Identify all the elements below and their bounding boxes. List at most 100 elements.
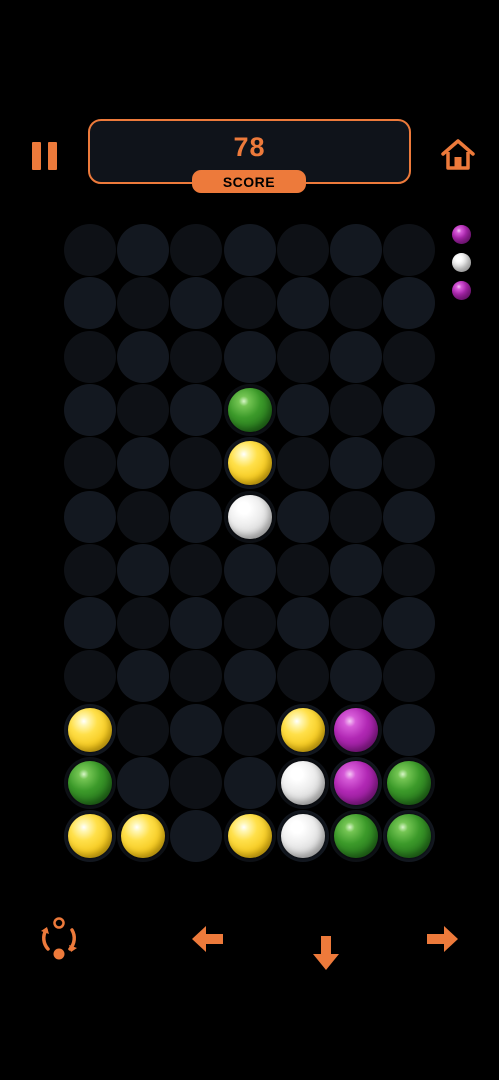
next-purple-ball [452, 281, 471, 300]
white-ball [281, 814, 325, 858]
board-cell [170, 544, 222, 596]
board-cell [330, 224, 382, 276]
board-cell [170, 650, 222, 702]
board-cell [330, 757, 382, 809]
board-cell [330, 650, 382, 702]
board-cell [117, 544, 169, 596]
board-cell [383, 331, 435, 383]
green-ball [228, 388, 272, 432]
yellow-ball [68, 708, 112, 752]
board-cell [383, 277, 435, 329]
yellow-ball [228, 441, 272, 485]
board-cell [224, 544, 276, 596]
board-cell [64, 331, 116, 383]
board-cell [277, 810, 329, 862]
board-cell [383, 384, 435, 436]
board-cell [330, 810, 382, 862]
move-down-button[interactable] [310, 934, 342, 972]
board-cell [64, 437, 116, 489]
board-cell [277, 544, 329, 596]
board-cell [64, 384, 116, 436]
green-ball [68, 761, 112, 805]
board-cell [170, 491, 222, 543]
board-cell [170, 704, 222, 756]
board-cell [224, 597, 276, 649]
yellow-ball [68, 814, 112, 858]
board-cell [277, 757, 329, 809]
green-ball [387, 761, 431, 805]
board-cell [330, 544, 382, 596]
board-cell [224, 384, 276, 436]
board-cell [170, 810, 222, 862]
board-cell [117, 491, 169, 543]
game-board[interactable] [64, 224, 436, 864]
board-cell [64, 491, 116, 543]
board-cell [383, 544, 435, 596]
board-cell [224, 757, 276, 809]
board-cell [170, 224, 222, 276]
board-cell [224, 704, 276, 756]
board-cell [64, 597, 116, 649]
move-left-button[interactable] [190, 924, 226, 954]
board-cell [170, 277, 222, 329]
board-cell [277, 277, 329, 329]
score-label: SCORE [192, 170, 306, 193]
score-value: 78 [233, 132, 266, 162]
board-cell [277, 597, 329, 649]
board-cell [224, 331, 276, 383]
board-cell [117, 597, 169, 649]
rotate-button[interactable] [36, 916, 82, 962]
board-cell [170, 597, 222, 649]
board-cell [117, 384, 169, 436]
purple-ball [334, 761, 378, 805]
board-cell [383, 491, 435, 543]
board-cell [277, 491, 329, 543]
board-cell [117, 704, 169, 756]
green-ball [387, 814, 431, 858]
board-cell [277, 331, 329, 383]
board-cell [383, 650, 435, 702]
board-cell [117, 224, 169, 276]
home-icon [441, 139, 475, 170]
board-cell [170, 384, 222, 436]
board-cell [224, 224, 276, 276]
board-cell [224, 810, 276, 862]
board-cell [383, 224, 435, 276]
board-cell [117, 810, 169, 862]
board-cell [64, 544, 116, 596]
board-cell [330, 597, 382, 649]
move-right-button[interactable] [424, 924, 460, 954]
arrow-down-icon [313, 936, 339, 970]
board-cell [277, 650, 329, 702]
board-cell [117, 437, 169, 489]
board-cell [330, 384, 382, 436]
board-cell [383, 597, 435, 649]
board-cell [277, 437, 329, 489]
home-button[interactable] [440, 138, 476, 172]
board-cell [383, 437, 435, 489]
pause-icon [32, 142, 41, 170]
green-ball [334, 814, 378, 858]
board-cell [117, 331, 169, 383]
board-cell [330, 277, 382, 329]
board-cell [64, 650, 116, 702]
board-cell [224, 277, 276, 329]
board-cell [277, 704, 329, 756]
board-cell [64, 810, 116, 862]
arrow-left-icon [192, 926, 223, 952]
yellow-ball [121, 814, 165, 858]
pause-button[interactable] [32, 142, 58, 170]
white-ball [281, 761, 325, 805]
board-cell [224, 437, 276, 489]
board-cell [64, 704, 116, 756]
rotate-icon [41, 917, 77, 960]
board-cell [224, 491, 276, 543]
purple-ball [334, 708, 378, 752]
board-cell [117, 277, 169, 329]
yellow-ball [228, 814, 272, 858]
next-purple-ball [452, 225, 471, 244]
board-cell [64, 757, 116, 809]
board-cell [64, 277, 116, 329]
board-cell [117, 650, 169, 702]
board-cell [330, 331, 382, 383]
